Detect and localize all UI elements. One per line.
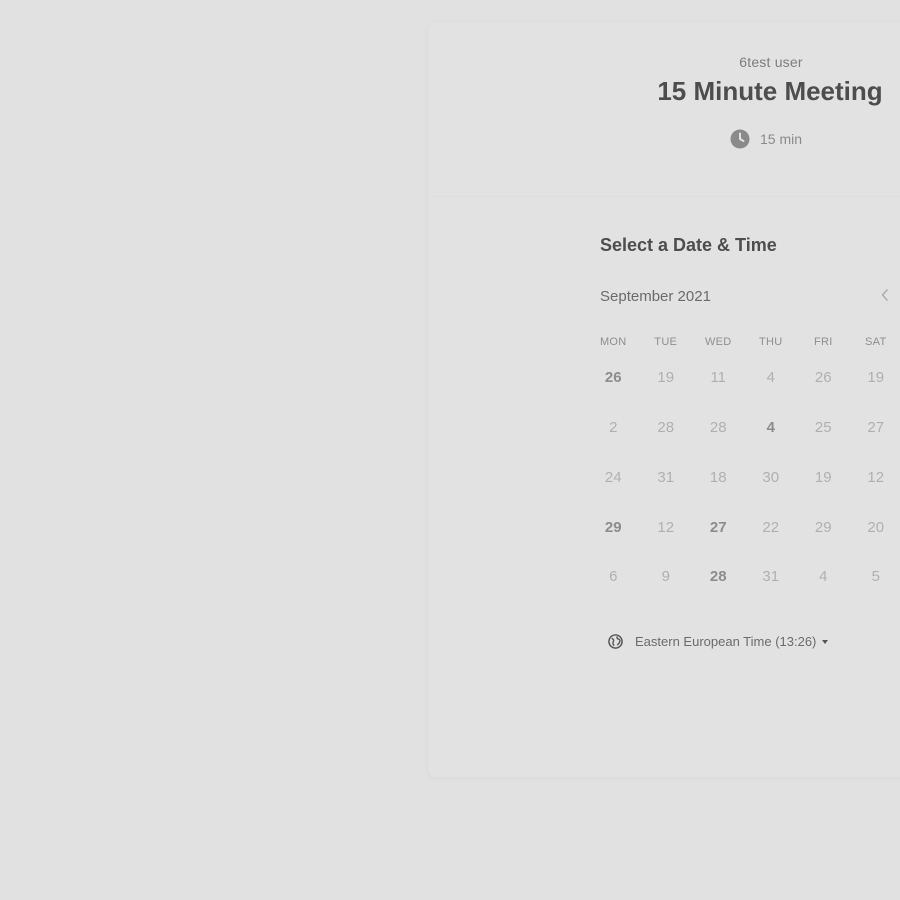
calendar-day: 11 xyxy=(710,369,727,387)
calendar-day: 24 xyxy=(604,468,622,486)
calendar-day: 28 xyxy=(657,419,675,437)
section-title: Select a Date & Time xyxy=(600,235,777,255)
section-divider xyxy=(428,196,900,197)
calendar-day: 27 xyxy=(867,419,885,437)
calendar-day: 4 xyxy=(766,369,775,387)
host-name: 6test user xyxy=(739,54,803,70)
weekday-label: TUE xyxy=(654,336,678,348)
clock-icon xyxy=(730,129,750,149)
calendar-day: 2 xyxy=(609,419,618,437)
chevron-left-icon xyxy=(880,288,890,307)
timezone-selector[interactable]: Eastern European Time (13:26) xyxy=(608,634,829,649)
calendar-day: 4 xyxy=(819,568,828,586)
calendar-day: 12 xyxy=(867,468,885,486)
calendar-day: 12 xyxy=(657,518,675,536)
calendar-week: 26 19 11 4 26 19 xyxy=(587,353,900,403)
calendar-day: 5 xyxy=(871,568,880,586)
calendar-day: 22 xyxy=(762,518,780,536)
calendar-day: 18 xyxy=(709,468,727,486)
weekday-label: SAT xyxy=(865,336,887,348)
calendar-day-available[interactable]: 28 xyxy=(692,555,745,599)
calendar-day: 25 xyxy=(814,419,832,437)
calendar-week: 6 9 28 31 4 5 xyxy=(587,552,900,602)
calendar-day-available[interactable]: 27 xyxy=(692,505,745,549)
calendar-day: 19 xyxy=(657,369,675,387)
weekday-header: MON TUE WED THU FRI SAT xyxy=(587,336,900,348)
globe-icon xyxy=(608,634,623,649)
calendar-day: 9 xyxy=(661,568,670,586)
calendar-week: 24 31 18 30 19 12 xyxy=(587,453,900,503)
calendar-day: 28 xyxy=(709,419,727,437)
calendar-day: 19 xyxy=(867,369,885,387)
calendar-day: 26 xyxy=(814,369,832,387)
calendar-day-available[interactable]: 4 xyxy=(745,406,798,450)
month-label: September 2021 xyxy=(600,288,711,305)
calendar-day: 29 xyxy=(814,518,832,536)
duration-info: 15 min xyxy=(730,129,802,149)
timezone-label: Eastern European Time (13:26) xyxy=(635,634,817,649)
calendar-day-available[interactable]: 29 xyxy=(587,505,640,549)
weekday-label: FRI xyxy=(813,336,833,348)
calendar-day-available[interactable]: 26 xyxy=(587,356,640,400)
calendar-day: 30 xyxy=(762,468,780,486)
calendar-grid: 26 19 11 4 26 19 2 28 28 4 25 27 24 31 18 30 19 12 29 12 27 2… xyxy=(587,353,900,602)
caret-down-icon xyxy=(822,639,829,644)
calendar-week: 2 28 28 4 25 27 xyxy=(587,403,900,453)
calendar-day: 19 xyxy=(814,468,832,486)
calendar-day: 6 xyxy=(609,568,618,586)
calendar-day: 20 xyxy=(867,518,885,536)
event-title: 15 Minute Meeting xyxy=(657,76,883,106)
calendar-week: 29 12 27 22 29 20 xyxy=(587,502,900,552)
prev-month-button[interactable] xyxy=(876,287,894,307)
weekday-label: THU xyxy=(758,336,783,348)
calendar-day: 31 xyxy=(762,568,780,586)
weekday-label: MON xyxy=(599,336,627,348)
booking-page: 6test user 15 Minute Meeting 15 min Sele… xyxy=(0,0,900,900)
duration-label: 15 min xyxy=(760,131,803,147)
calendar-day: 31 xyxy=(657,468,675,486)
weekday-label: WED xyxy=(704,336,732,348)
